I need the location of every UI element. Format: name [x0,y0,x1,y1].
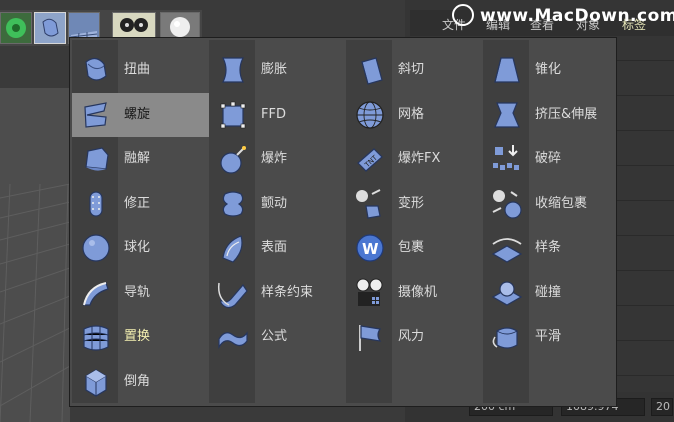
squash-stretch-icon [489,97,525,133]
deformer-label: 摄像机 [398,284,438,300]
deformer-item-mesh[interactable]: 网格 [346,93,483,137]
deformer-item-ffd[interactable]: FFD [209,93,346,137]
deformer-label: 碰撞 [535,284,562,300]
spline-icon [489,230,525,266]
deformer-item-spline-wrap[interactable]: 样条约束 [209,271,346,315]
deformer-item-bulge[interactable]: 膨胀 [209,48,346,92]
deformer-label: 平滑 [535,329,562,344]
deformer-label: 螺旋 [124,106,151,122]
spherify-icon [78,230,114,266]
deformer-label: 收缩包裹 [535,195,588,211]
deformer-item-taper[interactable]: 锥化 [483,48,620,92]
deformer-item-wind[interactable]: 风力 [346,315,483,359]
deformer-item-rail[interactable]: 导轨 [72,271,209,315]
deformer-label: 斜切 [398,62,425,77]
morph-icon [352,186,388,222]
deformer-label: 变形 [398,195,425,211]
deformer-label: 爆炸 [261,151,288,166]
twist-icon [42,18,59,37]
shrink-wrap-icon [489,186,525,222]
displacer-icon [78,319,114,355]
deformer-item-shrink-wrap[interactable]: 收缩包裹 [483,182,620,226]
svg-text:W: W [362,240,379,258]
deformer-menu: 扭曲螺旋融解修正球化导轨置换倒角 膨胀 FFD 爆炸颤动表面样条约束公式 斜切网格 TNT… [69,37,617,407]
viewport[interactable] [0,88,70,422]
deformer-label: 倒角 [124,373,151,389]
third-field[interactable]: 20 [651,398,673,416]
jiggle-icon [215,186,251,222]
explosion-icon [215,141,251,177]
watermark: www.MacDown.com [480,6,674,26]
camera-icon [352,275,388,311]
deformer-label: 样条 [535,240,562,255]
mesh-icon [352,97,388,133]
deformer-label: 爆炸FX [398,151,441,166]
bulge-icon [215,52,251,88]
toolbar-deformer-button[interactable] [34,12,66,44]
deformer-item-squash-stretch[interactable]: 挤压&伸展 [483,93,620,137]
bevel-icon [78,364,114,400]
deformer-item-melt[interactable]: 融解 [72,137,209,181]
collision-icon [489,275,525,311]
deformer-item-shatter[interactable]: 破碎 [483,137,620,181]
deformer-item-camera[interactable]: 摄像机 [346,271,483,315]
deformer-item-spiral[interactable]: 螺旋 [72,92,209,137]
deformer-item-jiggle[interactable]: 颤动 [209,182,346,226]
deformer-label: 公式 [261,329,288,344]
deformer-label: 破碎 [535,151,562,166]
deformer-label: 表面 [261,240,288,255]
taper-icon [489,52,525,88]
formula-icon [215,319,251,355]
deformer-label: 样条约束 [261,284,314,300]
deformer-label: 融解 [124,151,151,166]
wind-icon [352,319,388,355]
deformer-item-wrap[interactable]: W 包裹 [346,226,483,270]
deformer-label: 包裹 [398,240,425,255]
deformer-label: 置换 [124,329,151,344]
deformer-label: 风力 [398,329,425,344]
deformer-item-formula[interactable]: 公式 [209,315,346,359]
rail-icon [78,275,114,311]
deformer-label: 网格 [398,106,425,122]
toolbar-green-object-button[interactable] [0,12,32,44]
surface-icon [215,230,251,266]
deformer-label: 球化 [124,240,151,255]
deformer-item-displacer[interactable]: 置换 [72,315,209,359]
watermark-logo-icon [452,4,474,26]
deformer-item-bevel[interactable]: 倒角 [72,360,209,404]
explosion-fx-icon: TNT [352,141,388,177]
deformer-item-surface[interactable]: 表面 [209,226,346,270]
deformer-item-explosion-fx[interactable]: TNT 爆炸FX [346,137,483,181]
deformer-label: 锥化 [535,62,562,77]
shatter-icon [489,141,525,177]
smoothing-icon [489,319,525,355]
deformer-label: 修正 [124,195,151,211]
deformer-label: 扭曲 [124,62,151,77]
correction-icon [78,186,114,222]
deformer-item-morph[interactable]: 变形 [346,182,483,226]
deformer-item-spline[interactable]: 样条 [483,226,620,270]
green-gear-icon [6,18,26,38]
wrap-icon: W [352,230,388,266]
deformer-label: 颤动 [261,195,288,211]
deformer-label: 膨胀 [261,62,288,77]
ffd-icon [215,97,251,133]
spline-wrap-icon [215,275,251,311]
shear-icon [352,52,388,88]
deformer-item-collision[interactable]: 碰撞 [483,271,620,315]
deformer-label: 挤压&伸展 [535,106,598,122]
deformer-item-twist[interactable]: 扭曲 [72,48,209,92]
deformer-label: FFD [261,106,286,122]
deformer-item-correction[interactable]: 修正 [72,182,209,226]
deformer-item-shear[interactable]: 斜切 [346,48,483,92]
melt-icon [78,141,114,177]
deformer-label: 导轨 [124,284,151,300]
deformer-item-spherify[interactable]: 球化 [72,226,209,270]
deformer-item-smoothing[interactable]: 平滑 [483,315,620,359]
spiral-icon [78,97,114,133]
twist-icon [78,52,114,88]
viewport-grid [0,88,70,422]
deformer-item-explosion[interactable]: 爆炸 [209,137,346,181]
